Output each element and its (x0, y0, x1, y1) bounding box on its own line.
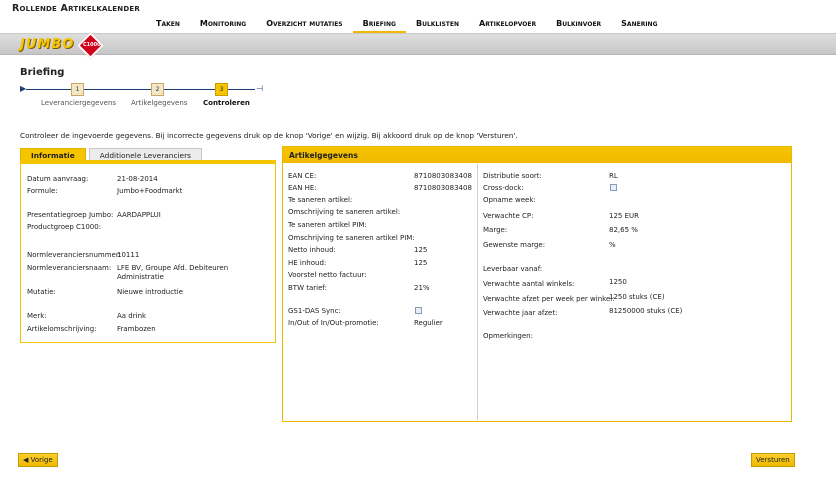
field-label: Verwachte CP: (483, 212, 534, 220)
field-label: Leverbaar vanaf: (483, 265, 543, 273)
gs1-das-checkbox[interactable] (415, 307, 422, 314)
nav-bulkinvoer[interactable]: Bulkinvoer (546, 15, 611, 33)
field-value: 10111 (117, 251, 140, 259)
step-3-label: Controleren (203, 99, 250, 107)
nav-overzicht-mutaties[interactable]: Overzicht mutaties (256, 15, 352, 33)
cross-dock-checkbox[interactable] (610, 184, 617, 191)
field-label: Verwachte afzet per week per winkel: (483, 295, 615, 303)
column-divider (477, 164, 478, 420)
field-label: Normleveranciersnaam: (27, 264, 112, 272)
field-value: LFE BV, Groupe Afd. Debiteuren (117, 264, 229, 272)
field-label: BTW tarief: (288, 284, 327, 292)
wizard-stepper: ▶ ⊣ 1 2 3 Leveranciergegevens Artikelgeg… (20, 83, 290, 113)
field-value: 1250 stuks (CE) (609, 293, 665, 301)
field-label: Cross-dock: (483, 184, 524, 192)
jumbo-logo: JUMBO (20, 37, 75, 52)
field-label: Voorstel netto factuur: (288, 271, 367, 279)
informatie-panel: Datum aanvraag: 21-08-2014 Formule: Jumb… (20, 160, 276, 343)
page-title: Briefing (20, 67, 65, 78)
field-label: Netto inhoud: (288, 246, 336, 254)
field-label: Merk: (27, 312, 47, 320)
field-label: Productgroep C1000: (27, 223, 102, 231)
field-label: EAN CE: (288, 172, 317, 180)
nav-taken[interactable]: Taken (146, 15, 190, 33)
vorige-button[interactable]: ◀ Vorige (18, 453, 58, 467)
field-value: 81250000 stuks (CE) (609, 307, 683, 315)
nav-bulklijsten[interactable]: Bulklisten (406, 15, 469, 33)
nav-artikelopvoer[interactable]: Artikelopvoer (469, 15, 546, 33)
field-value: 125 EUR (609, 212, 639, 220)
field-value: 82,65 % (609, 226, 638, 234)
field-label: Opmerkingen: (483, 332, 533, 340)
gs1-das-label: GS1-DAS Sync: (288, 307, 341, 315)
field-value: 8710803083408 (414, 172, 472, 180)
field-label: EAN HE: (288, 184, 317, 192)
app-title: Rollende Artikelkalender (12, 3, 140, 14)
field-value: Administratie (117, 273, 164, 281)
top-nav: Taken Monitoring Overzicht mutaties Brie… (146, 15, 668, 33)
field-label: Normleveranciersnummer: (27, 251, 121, 259)
field-value: Nieuwe introductie (117, 288, 184, 296)
field-label: Marge: (483, 226, 508, 234)
nav-briefing[interactable]: Briefing (352, 15, 406, 33)
vorige-label: Vorige (30, 456, 53, 464)
brand-bar: JUMBO C1000 (0, 32, 836, 59)
step-3: 3 (215, 83, 228, 96)
field-value: 125 (414, 246, 428, 254)
versturen-label: Versturen (756, 456, 790, 464)
step-2: 2 (151, 83, 164, 96)
field-value: 1250 (609, 278, 627, 286)
artikelgegevens-header: Artikelgegevens (283, 147, 791, 163)
artikelgegevens-panel: Artikelgegevens EAN CE: 8710803083408 EA… (282, 146, 792, 422)
field-label: Omschrijving te saneren artikel: (288, 208, 401, 216)
field-value: Frambozen (117, 325, 156, 333)
field-label: Verwachte aantal winkels: (483, 280, 575, 288)
field-label: Artikelomschrijving: (27, 325, 97, 333)
field-value: 125 (414, 259, 428, 267)
field-value: 21-08-2014 (117, 175, 158, 183)
field-label: Formule: (27, 187, 58, 195)
field-label: HE inhoud: (288, 259, 327, 267)
step-1: 1 (71, 83, 84, 96)
panel-stripe (21, 161, 275, 164)
promo-value: Regulier (414, 319, 443, 327)
field-label: Opname week: (483, 196, 536, 204)
stepper-end-icon: ⊣ (256, 84, 263, 93)
field-value: AARDAPPLUI (117, 211, 161, 219)
field-label: Distributie soort: (483, 172, 542, 180)
field-label: Omschrijving te saneren artikel PIM: (288, 234, 415, 242)
field-value: RL (609, 172, 618, 180)
instructions-text: Controleer de ingevoerde gegevens. Bij i… (20, 131, 518, 140)
field-label: Te saneren artikel: (288, 196, 353, 204)
field-label: Datum aanvraag: (27, 175, 89, 183)
field-label: Te saneren artikel PIM: (288, 221, 367, 229)
field-value: % (609, 241, 616, 249)
field-value: 8710803083408 (414, 184, 472, 192)
field-label: Verwachte jaar afzet: (483, 309, 558, 317)
back-arrow-icon: ◀ (23, 456, 29, 464)
field-value: 21% (414, 284, 430, 292)
step-2-label: Artikelgegevens (131, 99, 188, 107)
versturen-button[interactable]: Versturen (751, 453, 795, 467)
field-label: Presentatiegroep Jumbo: (27, 211, 114, 219)
field-value: Jumbo+Foodmarkt (117, 187, 183, 195)
field-label: Mutatie: (27, 288, 56, 296)
field-value: Aa drink (117, 312, 147, 320)
nav-sanering[interactable]: Sanering (611, 15, 667, 33)
field-label: Gewenste marge: (483, 241, 546, 249)
nav-monitoring[interactable]: Monitoring (190, 15, 256, 33)
step-1-label: Leveranciergegevens (41, 99, 117, 107)
c1000-logo: C1000 (77, 32, 104, 59)
promo-label: In/Out of In/Out-promotie: (288, 319, 379, 327)
